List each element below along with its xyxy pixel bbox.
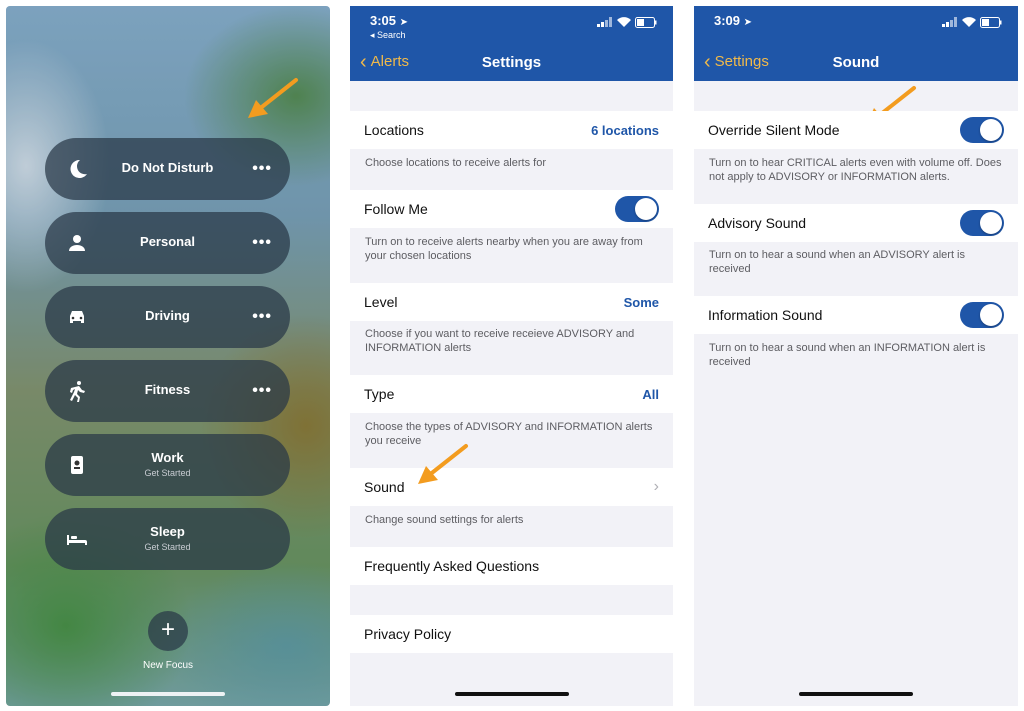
- battery-icon: [635, 16, 657, 28]
- focus-label: Sleep: [150, 524, 185, 539]
- information-sound-toggle[interactable]: [960, 302, 1004, 328]
- app-header: 3:05 ➤ ◂ Search ‹ Alerts Settings: [350, 6, 673, 81]
- more-options-button[interactable]: •••: [252, 308, 272, 326]
- focus-do-not-disturb[interactable]: Do Not Disturb •••: [45, 138, 290, 200]
- new-focus-button[interactable]: +: [148, 611, 188, 651]
- focus-screen: Do Not Disturb ••• Personal ••• Driving …: [6, 6, 330, 706]
- wifi-icon: [962, 17, 976, 27]
- advisory-sound-toggle[interactable]: [960, 210, 1004, 236]
- chevron-right-icon: ›: [653, 478, 659, 495]
- follow-me-toggle[interactable]: [615, 196, 659, 222]
- override-silent-mode-toggle[interactable]: [960, 117, 1004, 143]
- page-title: Settings: [481, 54, 542, 71]
- row-type[interactable]: Type All: [350, 375, 673, 413]
- signal-icon: [942, 17, 957, 27]
- row-value: 6 locations: [591, 122, 659, 138]
- back-to-app[interactable]: ◂ Search: [370, 30, 406, 41]
- row-description: Choose locations to receive alerts for: [365, 157, 546, 169]
- row-description: Turn on to receive alerts nearby when yo…: [365, 236, 643, 262]
- sound-screen: 3:09 ➤ ‹ Settings Sound Override Silent M…: [694, 6, 1018, 706]
- wifi-icon: [617, 17, 631, 27]
- row-faq[interactable]: Frequently Asked Questions: [350, 547, 673, 585]
- row-level[interactable]: Level Some: [350, 283, 673, 321]
- settings-screen: 3:05 ➤ ◂ Search ‹ Alerts Settings Locatio…: [350, 6, 673, 706]
- focus-label: Work: [151, 450, 184, 465]
- row-description: Turn on to hear a sound when an ADVISORY…: [709, 249, 966, 275]
- status-icons: [597, 16, 657, 28]
- app-header: 3:09 ➤ ‹ Settings Sound: [694, 6, 1018, 81]
- row-advisory-sound: Advisory Sound: [694, 204, 1018, 242]
- row-value: Some: [623, 294, 659, 310]
- home-indicator[interactable]: [454, 692, 569, 696]
- row-information-sound: Information Sound: [694, 296, 1018, 334]
- focus-sublabel: Get Started: [144, 542, 191, 552]
- row-override-silent-mode: Override Silent Mode: [694, 111, 1018, 149]
- more-options-button[interactable]: •••: [252, 382, 272, 400]
- more-options-button[interactable]: •••: [252, 234, 272, 252]
- row-follow-me: Follow Me: [350, 190, 673, 228]
- row-description: Change sound settings for alerts: [365, 514, 524, 526]
- location-icon: ➤: [399, 17, 409, 28]
- signal-icon: [597, 17, 612, 27]
- status-time: 3:09 ➤: [714, 13, 753, 28]
- row-sound[interactable]: Sound ›: [350, 468, 673, 506]
- focus-work[interactable]: Work Get Started: [45, 434, 290, 496]
- row-description: Choose if you want to receive receieve A…: [365, 328, 635, 354]
- annotation-arrow: [248, 78, 298, 118]
- row-description: Turn on to hear CRITICAL alerts even wit…: [709, 157, 1002, 183]
- more-options-button[interactable]: •••: [252, 160, 272, 178]
- row-value: All: [642, 386, 659, 402]
- home-indicator[interactable]: [799, 692, 913, 696]
- home-indicator[interactable]: [111, 692, 225, 696]
- focus-sleep[interactable]: Sleep Get Started: [45, 508, 290, 570]
- annotation-arrow: [418, 444, 468, 484]
- row-description: Choose the types of ADVISORY and INFORMA…: [365, 421, 653, 447]
- status-icons: [942, 16, 1002, 28]
- page-title: Sound: [832, 54, 880, 71]
- focus-personal[interactable]: Personal •••: [45, 212, 290, 274]
- row-description: Turn on to hear a sound when an INFORMAT…: [709, 342, 986, 368]
- row-locations[interactable]: Locations 6 locations: [350, 111, 673, 149]
- location-icon: ➤: [743, 17, 753, 28]
- focus-fitness[interactable]: Fitness •••: [45, 360, 290, 422]
- row-privacy-policy[interactable]: Privacy Policy: [350, 615, 673, 653]
- battery-icon: [980, 16, 1002, 28]
- focus-driving[interactable]: Driving •••: [45, 286, 290, 348]
- status-time: 3:05 ➤: [370, 13, 409, 28]
- focus-sublabel: Get Started: [144, 468, 191, 478]
- new-focus-label: New Focus: [142, 660, 193, 671]
